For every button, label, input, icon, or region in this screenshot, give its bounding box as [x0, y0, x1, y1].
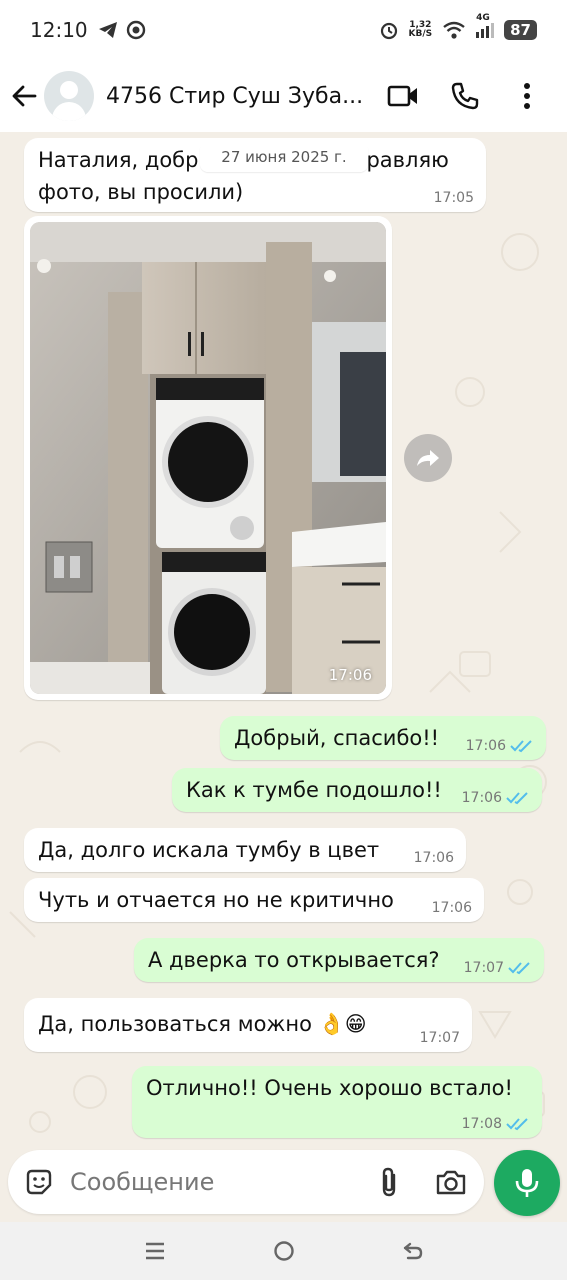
- chat-title[interactable]: 4756 Стир Суш Зуба...: [106, 84, 376, 109]
- menu-button[interactable]: [509, 78, 545, 114]
- back-curve-icon: [403, 1242, 422, 1260]
- wifi-icon: [443, 21, 465, 39]
- message-bubble-outgoing[interactable]: Добрый, спасибо!! 17:06: [220, 716, 546, 760]
- avatar[interactable]: [44, 71, 94, 121]
- message-bubble-incoming[interactable]: Да, долго искала тумбу в цвет 17:06: [24, 828, 466, 872]
- system-navigation-bar: [0, 1222, 567, 1280]
- message-time: 17:06: [465, 738, 506, 754]
- message-bubble-outgoing[interactable]: А дверка то открывается? 17:07: [134, 938, 544, 982]
- forward-icon: [417, 450, 439, 466]
- chat-area[interactable]: Наталия, добр равляю фото, вы просили) 17…: [0, 132, 567, 1150]
- battery-indicator: 87: [504, 20, 537, 40]
- message-bubble-incoming[interactable]: Чуть и отчается но не критично 17:06: [24, 878, 484, 922]
- message-input[interactable]: Сообщение: [70, 1168, 372, 1196]
- paperclip-icon: [382, 1167, 396, 1197]
- date-separator: 27 июня 2025 г.: [200, 142, 368, 172]
- video-camera-icon: [387, 85, 417, 107]
- menu-lines-icon: [145, 1242, 164, 1260]
- message-time: 17:06: [328, 666, 372, 684]
- back-button[interactable]: [2, 66, 46, 126]
- camera-icon: [436, 1170, 466, 1195]
- read-receipt-icon: [510, 740, 532, 753]
- message-time: 17:06: [431, 900, 472, 916]
- message-time: 17:06: [461, 790, 502, 806]
- status-time: 12:10: [30, 18, 88, 42]
- more-vertical-icon: [524, 83, 530, 109]
- read-receipt-icon: [506, 1118, 528, 1131]
- phone-icon: [451, 82, 479, 110]
- system-back-button[interactable]: [393, 1231, 433, 1271]
- photo-image: [30, 222, 386, 694]
- message-time: 17:07: [419, 1030, 460, 1046]
- camera-button[interactable]: [432, 1163, 470, 1201]
- video-call-button[interactable]: [385, 78, 421, 114]
- message-bubble-outgoing[interactable]: Отлично!! Очень хорошо встало! 17:08: [132, 1066, 542, 1138]
- composer: Сообщение: [0, 1150, 567, 1220]
- home-circle-icon: [273, 1241, 294, 1261]
- chat-header: 4756 Стир Суш Зуба...: [0, 60, 567, 132]
- message-input-box[interactable]: Сообщение: [8, 1150, 484, 1214]
- message-time: 17:07: [463, 960, 504, 976]
- voice-call-button[interactable]: [447, 78, 483, 114]
- attach-button[interactable]: [372, 1162, 406, 1202]
- network-speed: 1,32 KB/S: [408, 20, 433, 39]
- recent-apps-button[interactable]: [135, 1231, 175, 1271]
- signal-indicator: 4G: [476, 13, 495, 38]
- photo-message[interactable]: 17:06: [24, 216, 392, 700]
- whatsapp-notification-icon: [126, 20, 145, 40]
- voice-message-button[interactable]: [494, 1150, 560, 1216]
- telegram-icon: [98, 22, 117, 38]
- home-button[interactable]: [264, 1231, 304, 1271]
- message-bubble-incoming[interactable]: Да, пользоваться можно 👌😁 17:07: [24, 998, 472, 1052]
- sticker-button[interactable]: [22, 1165, 56, 1199]
- status-bar: 12:10 1,32 KB/S 4G 87: [0, 0, 567, 60]
- forward-button[interactable]: [404, 434, 452, 482]
- message-time: 17:06: [413, 850, 454, 866]
- arrow-left-icon: [12, 85, 37, 107]
- message-time: 17:08: [461, 1116, 502, 1132]
- read-receipt-icon: [508, 962, 530, 975]
- laundry-room-photo[interactable]: 17:06: [30, 222, 386, 694]
- message-bubble-outgoing[interactable]: Как к тумбе подошло!! 17:06: [172, 768, 542, 812]
- read-receipt-icon: [506, 792, 528, 805]
- alarm-icon: [380, 22, 397, 40]
- microphone-icon: [515, 1169, 539, 1197]
- sticker-icon: [26, 1169, 52, 1195]
- message-time: 17:05: [433, 190, 474, 206]
